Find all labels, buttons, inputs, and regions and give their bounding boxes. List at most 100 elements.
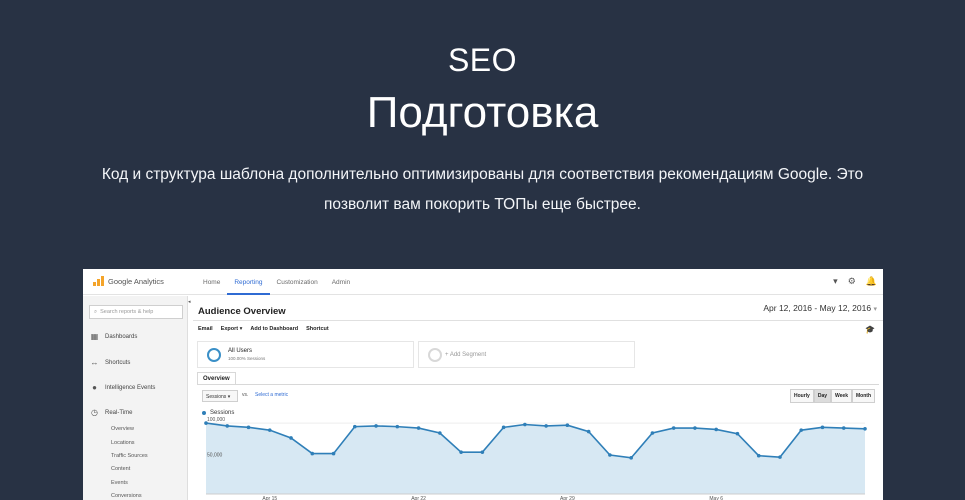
- main-nav: Home Reporting Customization Admin: [196, 269, 357, 295]
- top-icons: ▾ ⚙ 🔔: [833, 276, 877, 287]
- metric-select-value: Sessions: [206, 394, 227, 400]
- data-point: [544, 424, 548, 428]
- data-point: [501, 425, 506, 430]
- x-tick-label: Apr 15: [262, 496, 277, 500]
- data-point: [480, 450, 485, 454]
- data-point: [629, 456, 633, 460]
- analytics-screenshot: Google Analytics Home Reporting Customiz…: [83, 269, 883, 500]
- bell-icon[interactable]: 🔔: [866, 276, 877, 287]
- vs-label: vs.: [242, 392, 249, 398]
- hero-description: Код и структура шаблона дополнительно оп…: [101, 166, 864, 213]
- brand-logo[interactable]: Google Analytics: [93, 276, 164, 286]
- clock-icon: ◷: [91, 408, 98, 417]
- data-point: [735, 431, 740, 436]
- export-button[interactable]: Export ▾: [221, 326, 243, 332]
- segment-subtitle: 100.00% Sessions: [228, 356, 266, 361]
- arrows-icon: ↔: [90, 358, 99, 367]
- data-point: [395, 424, 400, 429]
- data-point: [416, 426, 421, 430]
- data-point: [756, 453, 761, 458]
- day-button[interactable]: Day: [813, 389, 832, 403]
- add-segment-label: + Add Segment: [445, 352, 487, 358]
- sidebar-item-dashboards[interactable]: ▦ Dashboards: [90, 332, 138, 341]
- data-point: [374, 424, 378, 428]
- sessions-chart: 100,000 50,000 Apr 15 Apr 22 Apr 29 May 6: [204, 417, 867, 500]
- data-point: [778, 455, 782, 459]
- data-point: [289, 436, 293, 440]
- sidebar-subitem-events[interactable]: Events: [111, 480, 128, 486]
- page-title: Audience Overview: [198, 306, 286, 317]
- divider: [197, 384, 879, 385]
- sidebar-subitem-content[interactable]: Content: [111, 466, 130, 472]
- sidebar-item-label: Real-Time: [105, 409, 133, 416]
- analytics-logo-icon: [93, 276, 104, 286]
- sidebar: ⌕ Search reports & help ▦ Dashboards ↔ S…: [83, 296, 188, 500]
- data-point: [353, 424, 357, 429]
- month-button[interactable]: Month: [852, 389, 875, 403]
- brand-name: Google Analytics: [108, 276, 164, 286]
- data-point: [586, 429, 591, 434]
- gear-icon[interactable]: ⚙: [848, 276, 856, 287]
- nav-customization[interactable]: Customization: [270, 269, 325, 295]
- data-point: [671, 426, 676, 430]
- segment-ring-icon: [428, 348, 442, 362]
- shortcut-button[interactable]: Shortcut: [306, 326, 329, 332]
- legend-dot: [202, 411, 206, 415]
- report-area: Audience Overview Apr 12, 2016 - May 12,…: [193, 296, 883, 500]
- graduation-cap-icon[interactable]: 🎓: [865, 325, 875, 334]
- data-point: [565, 423, 570, 428]
- search-input[interactable]: ⌕ Search reports & help: [89, 305, 183, 319]
- email-button[interactable]: Email: [198, 326, 213, 332]
- x-tick-label: Apr 29: [560, 496, 575, 500]
- data-point: [714, 427, 718, 432]
- sidebar-item-label: Shortcuts: [105, 359, 131, 366]
- data-point: [650, 431, 655, 435]
- top-bar: Google Analytics Home Reporting Customiz…: [83, 269, 883, 295]
- sidebar-item-real-time[interactable]: ◷ Real-Time: [90, 408, 132, 417]
- sidebar-subitem-conversions[interactable]: Conversions: [111, 493, 142, 499]
- data-point: [331, 451, 336, 456]
- collapse-sidebar-icon[interactable]: ◂: [188, 299, 191, 305]
- sidebar-item-label: Dashboards: [105, 333, 138, 340]
- data-point: [523, 422, 527, 427]
- search-icon: ⌕: [94, 309, 98, 315]
- data-point: [225, 424, 230, 428]
- nav-home[interactable]: Home: [196, 269, 227, 295]
- data-point: [310, 451, 315, 456]
- report-toolbar: Email Export ▾ Add to Dashboard Shortcut: [198, 326, 329, 332]
- sidebar-subitem-locations[interactable]: Locations: [111, 440, 135, 446]
- data-point: [693, 426, 697, 430]
- granularity-buttons: Hourly Day Week Month: [789, 389, 875, 403]
- date-range-picker[interactable]: Apr 12, 2016 - May 12, 2016 ▾: [763, 303, 877, 313]
- sidebar-subitem-overview[interactable]: Overview: [111, 426, 134, 432]
- grid-icon: ▦: [90, 332, 99, 341]
- add-segment[interactable]: + Add Segment: [418, 341, 635, 368]
- data-point: [799, 428, 804, 432]
- search-placeholder: Search reports & help: [100, 309, 154, 315]
- metric-select[interactable]: Sessions ▾: [202, 390, 238, 402]
- data-point: [246, 425, 251, 430]
- data-point: [820, 425, 825, 430]
- chevron-down-icon: ▾: [873, 306, 877, 313]
- sidebar-item-shortcuts[interactable]: ↔ Shortcuts: [90, 358, 131, 367]
- data-point: [438, 431, 442, 435]
- sidebar-subitem-traffic-sources[interactable]: Traffic Sources: [111, 453, 148, 459]
- divider: [193, 320, 883, 321]
- chevron-down-icon[interactable]: ▾: [833, 276, 838, 287]
- hero-title: Подготовка: [366, 88, 599, 137]
- sidebar-item-intelligence-events[interactable]: ● Intelligence Events: [90, 383, 155, 392]
- add-to-dashboard-button[interactable]: Add to Dashboard: [250, 326, 298, 332]
- hourly-button[interactable]: Hourly: [789, 389, 814, 403]
- x-tick-label: Apr 22: [411, 496, 426, 500]
- nav-admin[interactable]: Admin: [325, 269, 357, 295]
- nav-reporting[interactable]: Reporting: [227, 269, 270, 295]
- data-point: [841, 426, 846, 430]
- segment-all-users[interactable]: All Users 100.00% Sessions: [197, 341, 414, 368]
- date-range: Apr 12, 2016 - May 12, 2016: [763, 303, 872, 313]
- week-button[interactable]: Week: [831, 389, 852, 403]
- chevron-down-icon: ▾: [227, 394, 231, 400]
- data-point: [267, 428, 272, 432]
- sessions-area: [206, 423, 865, 494]
- data-point: [863, 426, 867, 431]
- select-metric-link[interactable]: Select a metric: [255, 392, 288, 398]
